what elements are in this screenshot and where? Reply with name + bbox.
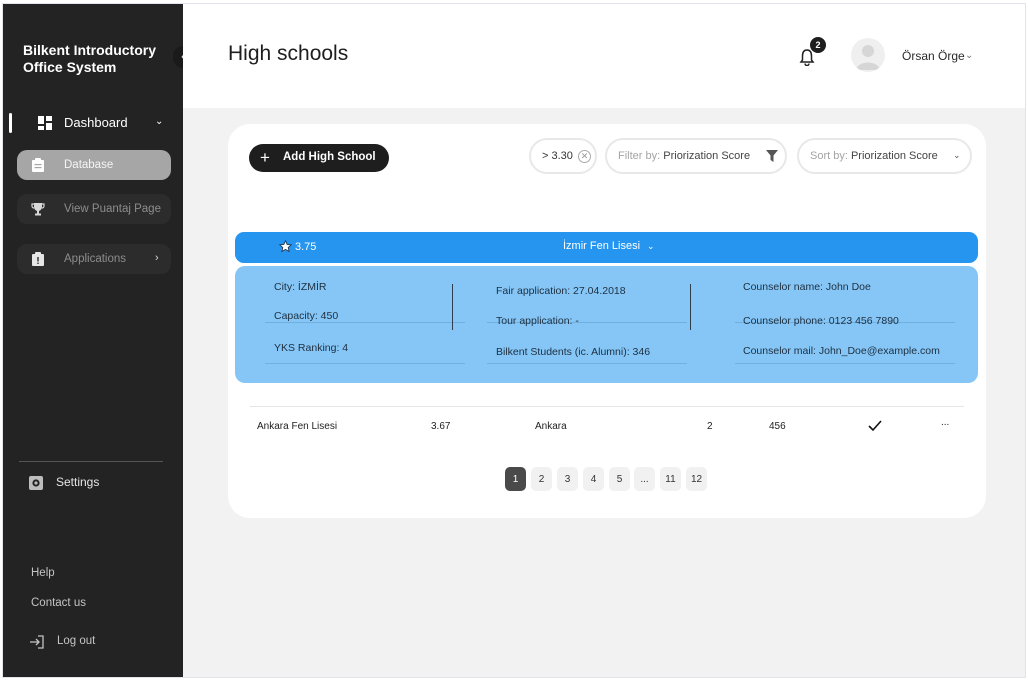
filter-dropdown[interactable]: Filter by: Priorization Score [605, 138, 787, 174]
row-score: 3.67 [431, 421, 451, 432]
sort-value: Priorization Score [850, 150, 938, 162]
row-school-name: Ankara Fen Lisesi [257, 421, 338, 432]
sidebar-item-label: View Puantaj Page [64, 203, 161, 215]
active-indicator [9, 113, 12, 133]
clear-filter-icon[interactable]: ✕ [578, 150, 591, 163]
dashboard-icon [38, 116, 52, 130]
score-filter-value: > 3.30 [542, 150, 573, 162]
school-row-expanded[interactable]: 3.75 İzmir Fen Lisesi ⌄ [235, 232, 978, 263]
add-high-school-label: Add High School [283, 151, 376, 163]
chevron-down-icon[interactable]: ⌄ [965, 50, 973, 61]
user-icon [856, 45, 880, 70]
page-button-11[interactable]: 11 [660, 467, 681, 491]
check-icon [868, 420, 882, 432]
chevron-right-icon: › [155, 252, 159, 264]
school-details-panel: City: İZMİR Capacity: 450 YKS Ranking: 4… [235, 266, 978, 383]
clipboard-alert-icon [32, 252, 44, 266]
page-button-2[interactable]: 2 [531, 467, 552, 491]
plus-icon: + [260, 148, 270, 167]
detail-counselor-phone: Counselor phone: 0123 456 7890 [743, 315, 899, 327]
sidebar-item-label: Applications [64, 253, 127, 265]
sidebar-item-dashboard[interactable]: Dashboard ⌄ [3, 110, 183, 136]
table-row[interactable]: Ankara Fen Lisesi 3.67 Ankara 2 456 ... [228, 417, 986, 436]
add-high-school-button[interactable]: + Add High School [249, 144, 389, 172]
page-title: High schools [228, 42, 349, 65]
column-divider [690, 284, 691, 330]
detail-yks-ranking: YKS Ranking: 4 [274, 342, 349, 354]
logout-icon [30, 635, 44, 649]
sort-dropdown[interactable]: Sort by: Priorization Score ⌄ [797, 138, 972, 174]
sidebar-item-label: Settings [56, 475, 100, 489]
help-link[interactable]: Help [31, 567, 55, 579]
chevron-down-icon[interactable]: ⌄ [647, 241, 655, 252]
high-schools-card: + Add High School > 3.30 ✕ Filter by: Pr… [228, 124, 986, 518]
sidebar-item-label: Dashboard [64, 115, 128, 130]
chevron-down-icon: ⌄ [155, 116, 164, 127]
sidebar-item-database[interactable]: Database [17, 150, 171, 180]
divider [265, 322, 465, 323]
detail-tour-application: Tour application: - [496, 315, 579, 327]
clipboard-icon [32, 158, 44, 172]
sidebar: Bilkent Introductory Office System ‹ Das… [3, 4, 193, 677]
trophy-icon [31, 203, 45, 216]
detail-counselor-name: Counselor name: John Doe [743, 281, 871, 293]
filter-value: Priorization Score [663, 150, 751, 162]
page-ellipsis: ... [634, 467, 655, 491]
school-name: İzmir Fen Lisesi [563, 240, 641, 252]
app-frame: Bilkent Introductory Office System ‹ Das… [2, 3, 1026, 678]
logout-label: Log out [57, 635, 96, 647]
page-button-5[interactable]: 5 [609, 467, 630, 491]
notification-badge: 2 [810, 37, 826, 53]
more-options-button[interactable]: ... [941, 417, 949, 428]
sort-prefix: Sort by: [810, 150, 848, 162]
row-city: Ankara [535, 421, 567, 432]
table-divider [250, 406, 964, 407]
sidebar-item-applications[interactable]: Applications › [17, 244, 171, 274]
sidebar-item-puantaj[interactable]: View Puantaj Page [17, 194, 171, 224]
detail-city: City: İZMİR [274, 281, 327, 293]
filter-prefix: Filter by: [618, 150, 661, 162]
chevron-down-icon: ⌄ [953, 150, 961, 160]
detail-fair-application: Fair application: 27.04.2018 [496, 285, 626, 297]
app-title: Bilkent Introductory Office System [23, 42, 157, 75]
divider [735, 363, 955, 364]
sidebar-item-settings[interactable]: Settings [29, 474, 159, 492]
page-button-3[interactable]: 3 [557, 467, 578, 491]
gear-icon [29, 476, 43, 490]
score-filter-chip[interactable]: > 3.30 ✕ [529, 138, 597, 174]
row-value: 456 [769, 421, 786, 432]
star-icon [279, 240, 292, 253]
page-button-12[interactable]: 12 [686, 467, 707, 491]
avatar[interactable] [851, 38, 885, 72]
divider [265, 363, 465, 364]
detail-counselor-mail: Counselor mail: John_Doe@example.com [743, 345, 940, 357]
sidebar-divider [19, 461, 163, 462]
divider [487, 363, 687, 364]
column-divider [452, 284, 453, 330]
sidebar-item-label: Database [64, 159, 114, 171]
detail-bilkent-students: Bilkent Students (ic. Alumni): 346 [496, 346, 651, 358]
school-score: 3.75 [295, 241, 317, 253]
top-header: High schools 2 Örsan Örge ⌄ [183, 4, 1025, 108]
user-name[interactable]: Örsan Örge [902, 49, 965, 63]
funnel-icon [766, 150, 778, 162]
logout-link[interactable]: Log out [29, 634, 149, 650]
page-button-1[interactable]: 1 [505, 467, 526, 491]
contact-link[interactable]: Contact us [31, 597, 86, 609]
detail-capacity: Capacity: 450 [274, 310, 339, 322]
row-value: 2 [707, 421, 713, 432]
page-button-4[interactable]: 4 [583, 467, 604, 491]
